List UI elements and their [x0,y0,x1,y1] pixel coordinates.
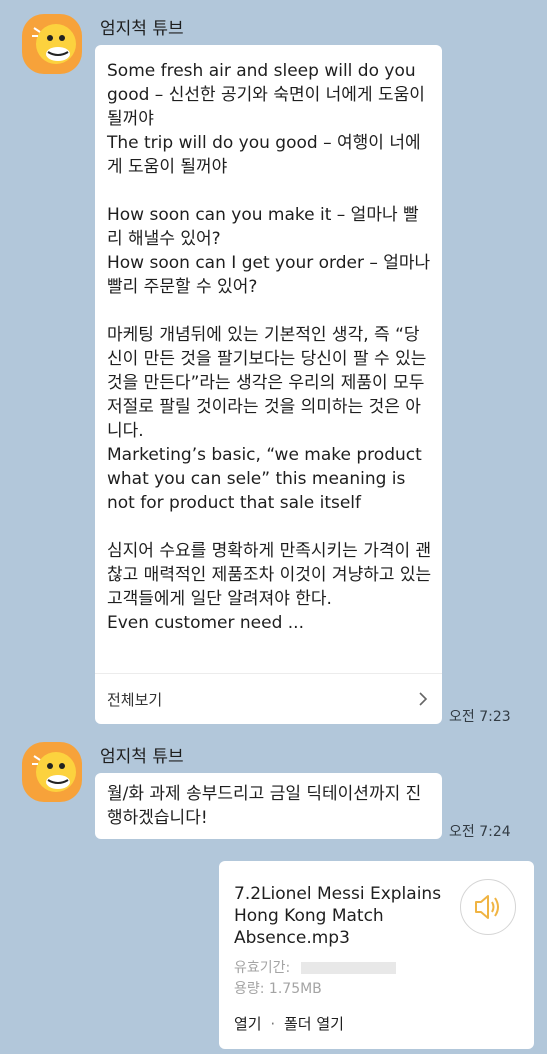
chevron-right-icon [419,692,428,706]
expiry-label: 유효기간: [234,960,291,976]
timestamp: 오전 7:24 [449,824,511,840]
play-audio-button[interactable] [460,879,516,935]
avatar[interactable] [22,742,82,802]
expiry-value-redacted [301,961,397,974]
message-bubble[interactable]: Some fresh air and sleep will do you goo… [95,45,442,724]
file-size: 용량: 1.75MB [234,981,322,997]
message-bubble[interactable]: 월/화 과제 송부드리고 금일 딕테이션까지 진행하겠습니다! [95,773,442,839]
duck-character-icon [32,24,76,64]
action-separator: · [270,1015,276,1033]
view-all-button[interactable]: 전체보기 [95,673,442,724]
message-text: Some fresh air and sleep will do you goo… [107,61,432,633]
sender-name: 엄지척 튜브 [100,747,184,767]
message-text: 월/화 과제 송부드리고 금일 딕테이션까지 진행하겠습니다! [107,784,422,828]
file-name[interactable]: 7.2Lionel Messi Explains Hong Kong Match… [234,883,444,949]
timestamp: 오전 7:23 [449,709,511,725]
view-all-label: 전체보기 [107,691,163,709]
open-folder-button[interactable]: 폴더 열기 [284,1015,344,1033]
avatar[interactable] [22,14,82,74]
sender-name: 엄지척 튜브 [100,19,184,39]
open-file-button[interactable]: 열기 [234,1015,262,1033]
file-actions: 열기 · 폴더 열기 [234,1013,344,1034]
file-card[interactable]: 7.2Lionel Messi Explains Hong Kong Match… [219,861,534,1049]
expiry-row: 유효기간: [234,957,397,976]
duck-character-icon [32,752,76,792]
speaker-icon [475,895,499,919]
